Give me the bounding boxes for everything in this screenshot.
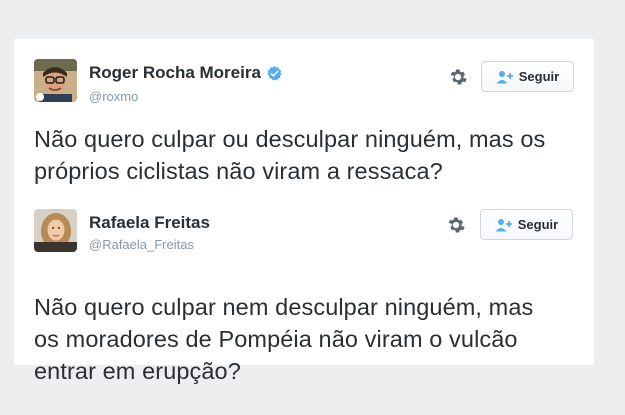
avatar[interactable] [34, 59, 77, 102]
follow-user-icon [495, 218, 513, 232]
follow-button-label: Seguir [518, 69, 560, 84]
tweets-panel: Roger Rocha Moreira @roxmo Seguir Não qu… [14, 39, 594, 384]
avatar[interactable] [34, 209, 77, 252]
tweet-text: Não quero culpar nem desculpar ninguém, … [34, 291, 584, 387]
user-handle[interactable]: @Rafaela_Freitas [89, 237, 194, 252]
follow-button-label: Seguir [517, 217, 559, 232]
follow-button[interactable]: Seguir [481, 61, 574, 92]
follow-user-icon [496, 70, 514, 84]
tweet-text-line: Não quero culpar nem desculpar ninguém, … [34, 294, 534, 320]
tweet-text-line: próprios ciclistas não viram a ressaca? [34, 158, 443, 184]
user-name[interactable]: Roger Rocha Moreira [89, 63, 261, 83]
tweet-text-line: Não quero culpar ou desculpar ninguém, m… [34, 126, 546, 152]
tweet-text: Não quero culpar ou desculpar ninguém, m… [34, 123, 584, 187]
user-name[interactable]: Rafaela Freitas [89, 213, 210, 233]
gear-icon[interactable] [448, 67, 468, 87]
follow-button[interactable]: Seguir [480, 209, 573, 240]
tweet-text-line: os moradores de Pompéia não viram o vulc… [34, 326, 518, 352]
user-handle[interactable]: @roxmo [89, 89, 138, 104]
verified-badge-icon [266, 65, 283, 82]
tweet-text-line: entrar em erupção? [34, 358, 241, 384]
gear-icon[interactable] [446, 215, 466, 235]
